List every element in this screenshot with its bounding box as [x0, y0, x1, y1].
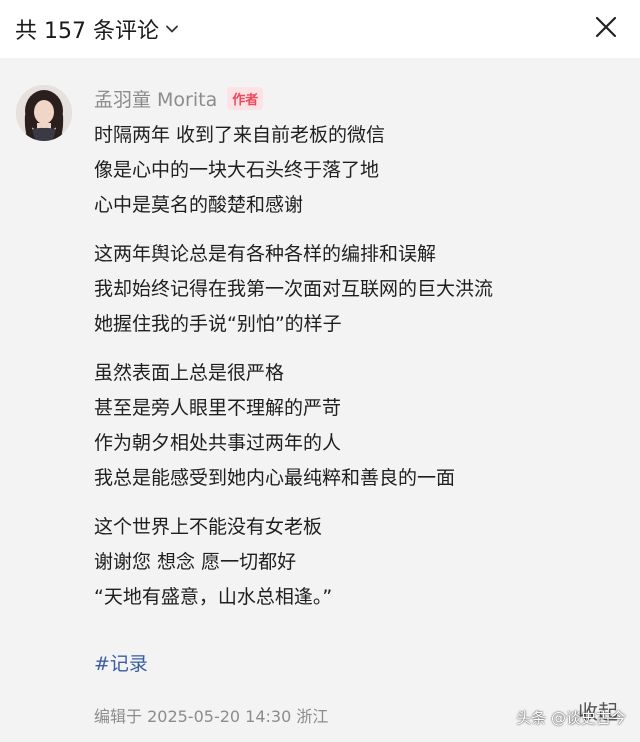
comment-line: 时隔两年 收到了来自前老板的微信 — [94, 124, 386, 146]
source-watermark: 头条 @谈史古今 — [516, 709, 626, 727]
hashtag-link[interactable]: #记录 — [94, 649, 148, 676]
comment-line: 虽然表面上总是很严格 — [94, 362, 285, 384]
comment-paragraph: 这两年舆论总是有各种各样的编排和误解 我却始终记得在我第一次面对互联网的巨大洪流… — [94, 237, 614, 342]
comment-body: 时隔两年 收到了来自前老板的微信 像是心中的一块大石头终于落了地 心中是莫名的酸… — [94, 118, 614, 629]
avatar[interactable] — [16, 85, 72, 141]
comment-line: 甚至是旁人眼里不理解的严苛 — [94, 397, 342, 419]
comment-line: 像是心中的一块大石头终于落了地 — [94, 159, 380, 181]
comment-count-title: 共 157 条评论 — [15, 19, 159, 44]
comment-paragraph: 虽然表面上总是很严格 甚至是旁人眼里不理解的严苛 作为朝夕相处共事过两年的人 我… — [94, 356, 614, 496]
comment-line: “天地有盛意，山水总相逢。” — [94, 586, 333, 608]
comment-line: 她握住我的手说“别怕”的样子 — [94, 313, 342, 335]
chevron-down-icon — [166, 25, 178, 33]
comment-line: 心中是莫名的酸楚和感谢 — [94, 194, 304, 216]
comment-line: 我却始终记得在我第一次面对互联网的巨大洪流 — [94, 278, 494, 300]
comment-line: 这两年舆论总是有各种各样的编排和误解 — [94, 243, 437, 265]
comment-line: 我总是能感受到她内心最纯粹和善良的一面 — [94, 467, 456, 489]
close-icon[interactable] — [594, 15, 618, 39]
comment-count-dropdown[interactable]: 共 157 条评论 — [15, 13, 179, 45]
comments-header: 共 157 条评论 — [0, 0, 640, 58]
edit-meta: 编辑于 2025-05-20 14:30 浙江 — [94, 707, 329, 726]
comment-card: 孟羽童 Morita 作者 时隔两年 收到了来自前老板的微信 像是心中的一块大石… — [0, 58, 640, 742]
comment-line: 这个世界上不能没有女老板 — [94, 516, 323, 538]
comment-line: 作为朝夕相处共事过两年的人 — [94, 432, 342, 454]
author-name[interactable]: 孟羽童 Morita — [94, 85, 217, 112]
avatar-image — [16, 85, 72, 141]
author-row: 孟羽童 Morita 作者 — [94, 85, 264, 112]
comment-paragraph: 这个世界上不能没有女老板 谢谢您 想念 愿一切都好 “天地有盛意，山水总相逢。” — [94, 510, 614, 615]
author-badge: 作者 — [227, 87, 264, 110]
comment-line: 谢谢您 想念 愿一切都好 — [94, 551, 297, 573]
comment-paragraph: 时隔两年 收到了来自前老板的微信 像是心中的一块大石头终于落了地 心中是莫名的酸… — [94, 118, 614, 223]
